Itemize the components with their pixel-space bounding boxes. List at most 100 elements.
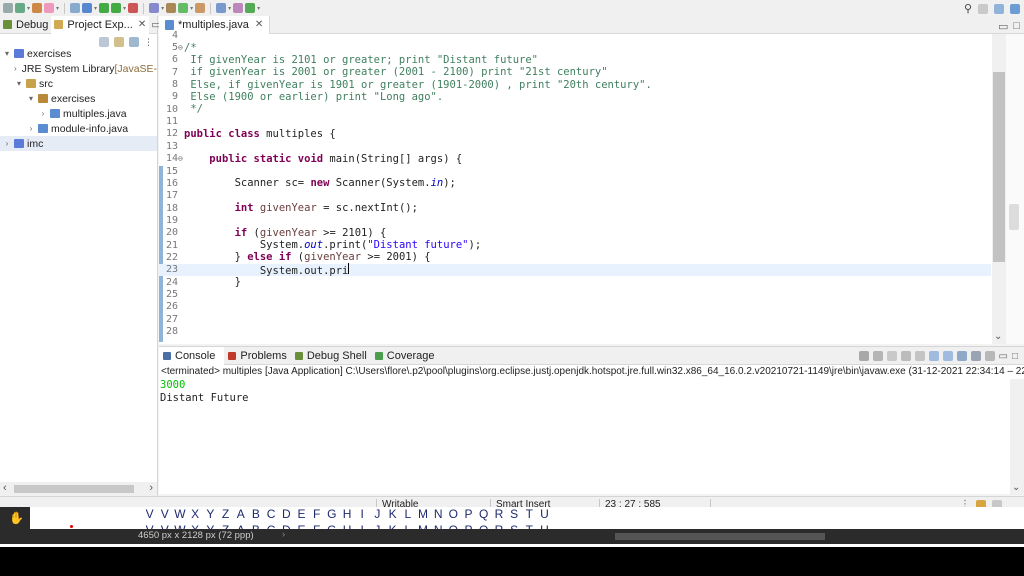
code-line[interactable]: 15 [159, 165, 991, 177]
link-editor-icon[interactable] [114, 37, 124, 47]
scroll-left-icon[interactable]: › [282, 529, 285, 540]
toolbar-button-icon[interactable] [82, 3, 93, 13]
code-line[interactable]: 20 if (givenYear >= 2101) { [159, 227, 991, 239]
console-output[interactable]: 3000 Distant Future [159, 379, 1024, 404]
word-wrap-icon[interactable] [914, 351, 925, 361]
terminate-icon[interactable] [858, 351, 869, 361]
code-line[interactable]: 11 [159, 115, 991, 127]
code-line[interactable]: 13 [159, 140, 991, 152]
toolbar-button-icon[interactable] [111, 3, 122, 13]
scroll-thumb[interactable] [14, 485, 134, 493]
code-line[interactable]: 18 int givenYear = sc.nextInt(); [159, 202, 991, 214]
code-line[interactable]: 14 ⊖ public static void main(String[] arg… [159, 153, 991, 165]
code-line[interactable]: 12 public class multiples { [159, 128, 991, 140]
code-line[interactable]: 19 [159, 214, 991, 226]
chevron-down-icon[interactable]: ▾ [26, 94, 36, 103]
chevron-down-icon[interactable]: ▾ [2, 49, 12, 58]
code-line[interactable]: 5 ⊖/* [159, 41, 991, 54]
tab-debug-shell[interactable]: Debug Shell [291, 347, 371, 365]
filter-icon[interactable] [129, 37, 139, 47]
console-vertical-scrollbar[interactable]: ⌄ [1010, 379, 1024, 495]
tree-item[interactable]: ▾ exercises [0, 91, 157, 106]
tab-console[interactable]: Console [159, 346, 225, 365]
code-line[interactable]: 27 [159, 313, 991, 325]
toolbar-button-icon[interactable] [216, 3, 227, 13]
code-line[interactable]: 21 System.out.print("Distant future"); [159, 239, 991, 251]
search-icon[interactable]: ⚲ [964, 2, 972, 15]
code-line[interactable]: 7 if givenYear is 2001 or greater (2001 … [159, 66, 991, 78]
scroll-lock-icon[interactable] [900, 351, 911, 361]
code-line[interactable]: 16 Scanner sc= new Scanner(System.in); [159, 177, 991, 189]
tab-debug[interactable]: Debug [0, 16, 51, 34]
overview-thumb[interactable] [1009, 204, 1019, 230]
tree-item[interactable]: › JRE System Library [JavaSE- [0, 61, 157, 76]
toolbar-button-icon[interactable] [128, 3, 139, 13]
chevron-right-icon[interactable]: › [38, 109, 48, 118]
code-line[interactable]: 25 [159, 288, 991, 300]
tree-item[interactable]: › multiples.java [0, 106, 157, 121]
scroll-right-icon[interactable]: › [149, 482, 153, 494]
dropdown-arrow-icon[interactable]: ▾ [161, 5, 164, 12]
new-console-icon[interactable] [984, 351, 995, 361]
toolbar-button-icon[interactable] [149, 3, 160, 13]
show-stdout-icon[interactable] [928, 351, 939, 361]
overview-ruler[interactable] [1006, 34, 1024, 344]
display-console-icon[interactable] [970, 351, 981, 361]
dropdown-arrow-icon[interactable]: ▾ [190, 5, 193, 12]
debug-perspective-icon[interactable] [994, 3, 1004, 14]
toolbar-button-icon[interactable] [178, 3, 189, 13]
code-line[interactable]: 22 } else if (givenYear >= 2001) { [159, 251, 991, 263]
toolbar-button-icon[interactable] [245, 3, 256, 13]
minimize-icon[interactable]: ▭ [998, 20, 1008, 33]
toolbar-button-icon[interactable] [3, 3, 13, 13]
chevron-right-icon[interactable]: › [14, 64, 17, 73]
toolbar-button-icon[interactable] [15, 3, 25, 13]
hand-tool-icon[interactable]: ✋ [9, 511, 24, 525]
maximize-icon[interactable]: □ [1012, 351, 1018, 362]
collapse-all-icon[interactable] [99, 37, 109, 47]
dropdown-arrow-icon[interactable]: ▾ [56, 5, 59, 12]
dropdown-arrow-icon[interactable]: ▾ [228, 5, 231, 12]
tree-item[interactable]: ▾ src [0, 76, 157, 91]
tree-item[interactable]: › module-info.java [0, 121, 157, 136]
code-line[interactable]: 24 } [159, 276, 991, 288]
chevron-right-icon[interactable]: › [26, 124, 36, 133]
scroll-down-icon[interactable]: ⌄ [994, 331, 1002, 342]
dropdown-arrow-icon[interactable]: ▾ [94, 5, 97, 12]
code-line[interactable]: 8 Else, if givenYear is 1901 or greater … [159, 78, 991, 91]
dropdown-arrow-icon[interactable]: ▾ [257, 5, 260, 12]
chevron-down-icon[interactable]: ▾ [14, 79, 24, 88]
scroll-left-icon[interactable]: ‹ [3, 482, 7, 494]
tab-problems[interactable]: Problems [224, 347, 290, 365]
clear-console-icon[interactable] [886, 351, 897, 361]
tab-coverage[interactable]: Coverage [371, 347, 439, 365]
code-line[interactable]: 9 Else (1900 or earlier) print "Long ago… [159, 91, 991, 103]
toolbar-button-icon[interactable] [233, 3, 244, 13]
code-area[interactable]: 4 5 ⊖/* 6 If givenYear is 2101 or greater; … [159, 30, 991, 344]
close-icon[interactable]: ✕ [138, 19, 146, 30]
viewer-scroll-thumb[interactable] [615, 533, 825, 540]
scroll-down-icon[interactable]: ⌄ [1012, 482, 1020, 493]
toolbar-button-icon[interactable] [195, 3, 206, 13]
code-line[interactable]: 4 [159, 29, 991, 41]
toolbar-button-icon[interactable] [99, 3, 110, 13]
tree-item[interactable]: ▾ exercises [0, 46, 157, 61]
code-line[interactable]: 6 If givenYear is 2101 or greater; print… [159, 54, 991, 66]
code-line[interactable]: 10 */ [159, 103, 991, 115]
show-stderr-icon[interactable] [942, 351, 953, 361]
tab-project-explorer[interactable]: Project Exp... ✕ [51, 15, 150, 34]
maximize-icon[interactable]: □ [1013, 20, 1020, 33]
toolbar-button-icon[interactable] [166, 3, 177, 13]
tree-item[interactable]: › imc [0, 136, 157, 151]
remove-launch-icon[interactable] [872, 351, 883, 361]
editor-vertical-scrollbar[interactable]: ⌄ [992, 34, 1006, 344]
dropdown-arrow-icon[interactable]: ▾ [27, 5, 30, 12]
code-line[interactable]: 26 [159, 301, 991, 313]
chevron-right-icon[interactable]: › [2, 139, 12, 148]
code-line[interactable]: 28 [159, 325, 991, 337]
dropdown-arrow-icon[interactable]: ▾ [123, 5, 126, 12]
horizontal-scrollbar[interactable]: ‹ › [0, 482, 157, 496]
pin-console-icon[interactable] [956, 351, 967, 361]
code-line[interactable]: 23 System.out.pri [159, 262, 991, 277]
minimize-icon[interactable]: ▭ [999, 351, 1008, 362]
